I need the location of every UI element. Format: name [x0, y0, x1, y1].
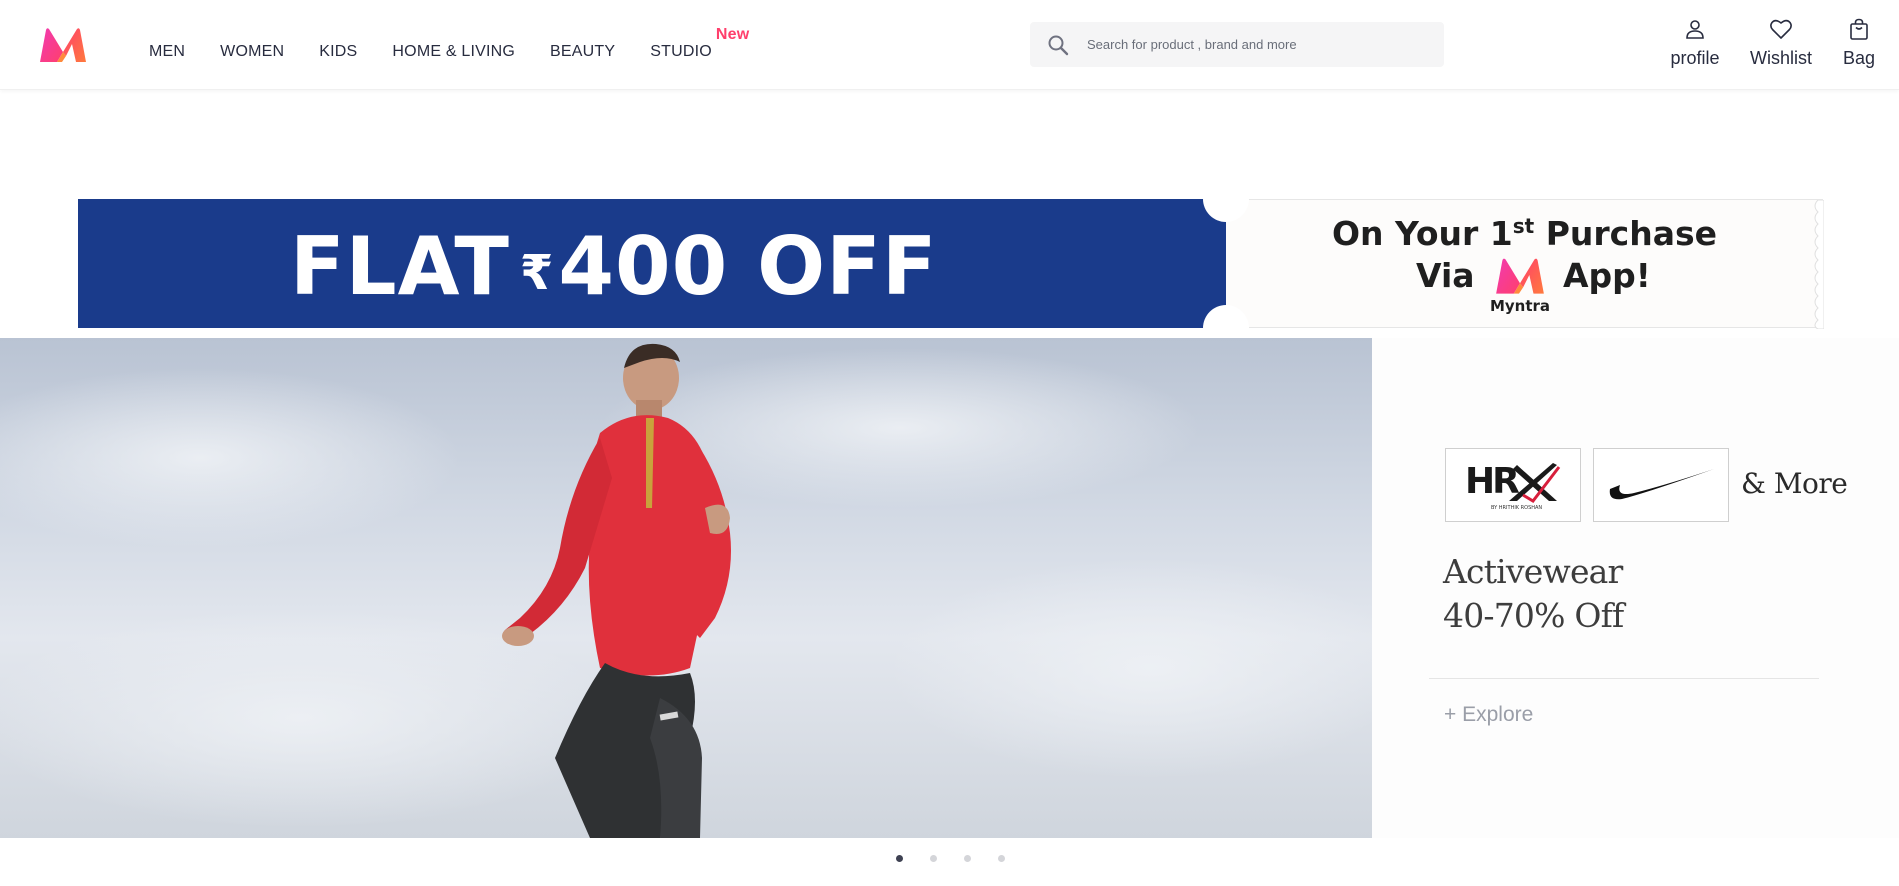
search-input[interactable]: [1087, 37, 1427, 52]
offer-line1-sup: st: [1512, 214, 1535, 238]
hero-promo-panel: HR BY HRITHIK ROSHAN & More Activewear 4…: [1372, 338, 1899, 838]
bag-icon: [1848, 18, 1870, 45]
profile-button[interactable]: profile: [1665, 18, 1725, 69]
ticket-notch-top: [1203, 176, 1249, 222]
carousel-dot-2[interactable]: [930, 855, 937, 862]
hrx-brand-logo[interactable]: HR BY HRITHIK ROSHAN: [1445, 448, 1581, 522]
offer-amount-text: 400 OFF: [558, 220, 938, 313]
nike-swoosh-icon: [1606, 463, 1716, 508]
carousel-dot-1[interactable]: [896, 855, 903, 862]
hrx-wordmark: HR: [1465, 461, 1519, 502]
wishlist-button[interactable]: Wishlist: [1745, 18, 1817, 69]
heart-icon: [1769, 18, 1793, 45]
nav-item-studio[interactable]: STUDIO New: [650, 26, 749, 61]
wishlist-label: Wishlist: [1750, 48, 1812, 68]
hero-carousel-slide[interactable]: HR BY HRITHIK ROSHAN & More Activewear 4…: [0, 338, 1899, 838]
profile-icon: [1684, 18, 1706, 45]
offer-headline: FLAT ₹400 OFF: [290, 219, 937, 315]
ticket-edge-scallop: [1814, 200, 1824, 329]
offer-line1-pre: On Your 1: [1331, 214, 1513, 253]
offer-logo-text: Myntra: [1489, 297, 1551, 315]
nav-item-kids[interactable]: KIDS: [319, 43, 357, 61]
hero-divider: [1429, 678, 1819, 679]
myntra-logo-icon[interactable]: [36, 26, 90, 64]
nav-item-men[interactable]: MEN: [149, 43, 185, 61]
search-bar[interactable]: [1030, 22, 1444, 67]
main-nav: MEN WOMEN KIDS HOME & LIVING BEAUTY STUD…: [149, 0, 749, 90]
new-badge: New: [715, 26, 750, 43]
offer-line1-post: Purchase: [1534, 214, 1718, 253]
hero-runner-image[interactable]: [0, 338, 1372, 838]
explore-link[interactable]: + Explore: [1444, 703, 1533, 727]
nav-item-beauty[interactable]: BEAUTY: [550, 43, 615, 61]
offer-line-1: On Your 1st Purchase: [1226, 214, 1823, 253]
nav-item-home-living[interactable]: HOME & LIVING: [392, 43, 515, 61]
myntra-logo-icon: [1492, 256, 1548, 296]
hero-discount: 40-70% Off: [1443, 596, 1624, 635]
brand-more-text: & More: [1741, 467, 1848, 500]
offer-flat-text: FLAT: [290, 220, 510, 313]
bag-label: Bag: [1842, 48, 1876, 68]
carousel-dot-4[interactable]: [998, 855, 1005, 862]
rupee-symbol: ₹: [519, 245, 555, 301]
offer-right-panel: On Your 1st Purchase Via Myntra App!: [1226, 199, 1824, 329]
hero-title: Activewear: [1443, 552, 1623, 591]
nike-brand-logo[interactable]: [1593, 448, 1729, 522]
first-purchase-offer-banner[interactable]: FLAT ₹400 OFF On Your 1st Purchase Via M…: [78, 176, 1824, 351]
offer-line2-pre: Via: [1416, 256, 1475, 295]
top-header: MEN WOMEN KIDS HOME & LIVING BEAUTY STUD…: [0, 0, 1899, 90]
offer-line2-post: App!: [1563, 256, 1651, 295]
carousel-dot-3[interactable]: [964, 855, 971, 862]
hrx-tagline: BY HRITHIK ROSHAN: [1491, 505, 1542, 511]
nav-item-women[interactable]: WOMEN: [220, 43, 284, 61]
carousel-indicators: [896, 855, 1032, 862]
bag-button[interactable]: Bag: [1831, 18, 1887, 69]
offer-left-panel: FLAT ₹400 OFF: [78, 199, 1226, 328]
nav-item-studio-label: STUDIO: [650, 43, 712, 60]
search-icon[interactable]: [1031, 22, 1085, 67]
profile-label: profile: [1670, 48, 1720, 68]
